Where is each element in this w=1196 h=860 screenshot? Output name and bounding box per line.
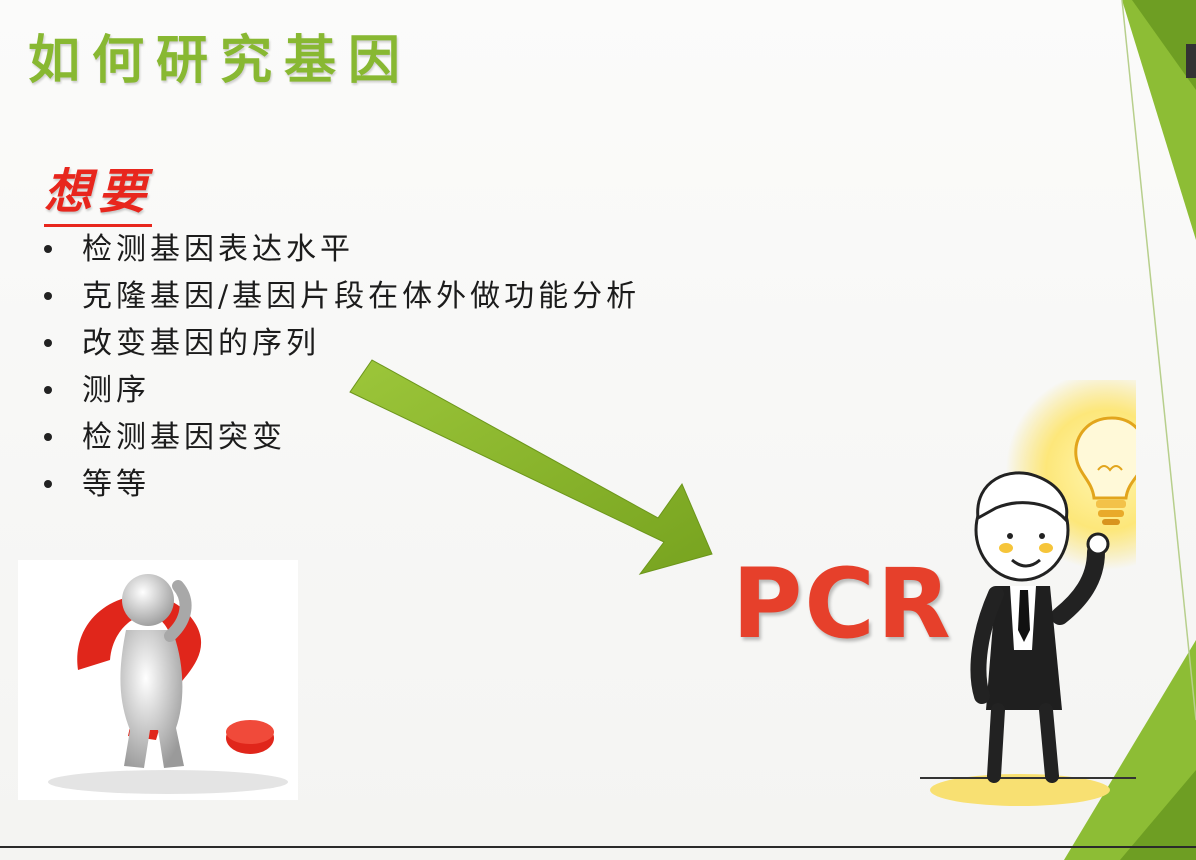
slide-subtitle: 想要 (44, 152, 153, 227)
bottom-border (0, 846, 1196, 848)
bullet-item: 克隆基因/基因片段在体外做功能分析 (36, 273, 640, 320)
idea-man-icon (920, 380, 1136, 806)
bullet-item: 检测基因表达水平 (36, 226, 640, 273)
slide-title: 如何研究基因 (28, 30, 413, 91)
slide: 如何研究基因 想要 检测基因表达水平 克隆基因/基因片段在体外做功能分析 改变基… (0, 0, 1196, 860)
arrow-right-down-icon (349, 359, 713, 575)
question-mark-figure-icon (18, 560, 298, 800)
